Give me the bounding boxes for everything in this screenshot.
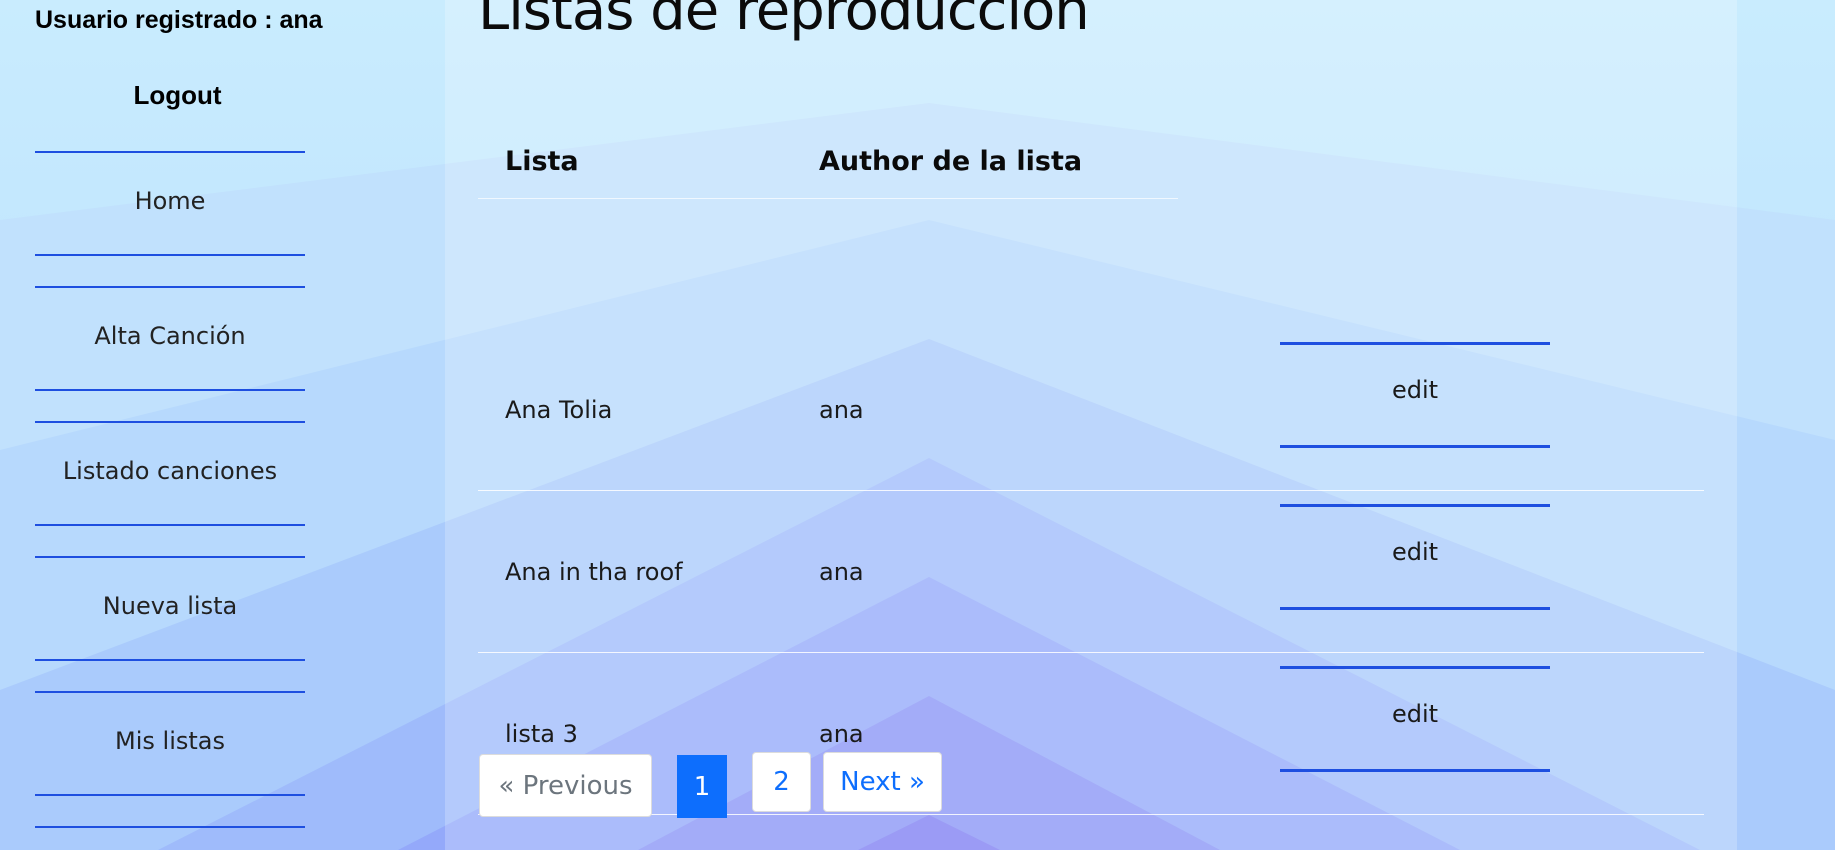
sidebar-item-mis-listas[interactable]: Mis listas	[35, 691, 305, 796]
edit-border-bottom	[1280, 607, 1550, 610]
edit-border-top	[1280, 666, 1550, 669]
cell-author: ana	[819, 720, 864, 748]
cell-author: ana	[819, 558, 864, 586]
sidebar-item-listado-canciones[interactable]: Listado canciones	[35, 421, 305, 526]
pagination-page-1[interactable]: 1	[677, 755, 727, 818]
nav-border-top	[35, 826, 305, 828]
edit-border-bottom	[1280, 769, 1550, 772]
pagination-next[interactable]: Next »	[823, 752, 942, 812]
nav-border-bottom	[35, 389, 305, 391]
sidebar-item-label: Nueva lista	[102, 592, 238, 620]
edit-label: edit	[1391, 538, 1439, 566]
nav-border-top	[35, 286, 305, 288]
nav-border-top	[35, 151, 305, 153]
table-row: Ana in tha roof ana edit	[478, 491, 1704, 653]
edit-button[interactable]: edit	[1280, 504, 1550, 610]
nav-border-bottom	[35, 794, 305, 796]
nav-border-top	[35, 691, 305, 693]
edit-border-bottom	[1280, 445, 1550, 448]
nav-border-top	[35, 421, 305, 423]
registered-user-label: Usuario registrado : ana	[35, 6, 323, 34]
sidebar-item-label: Mis listas	[115, 727, 225, 755]
nav-border-bottom	[35, 254, 305, 256]
edit-border-top	[1280, 504, 1550, 507]
sidebar-item-label: Alta Canción	[94, 322, 246, 350]
cell-lista: Ana in tha roof	[505, 558, 683, 586]
nav-border-bottom	[35, 524, 305, 526]
column-header-author: Author de la lista	[819, 146, 1083, 177]
page-title: Listas de reproducción	[478, 0, 1090, 43]
table-row: Ana Tolia ana edit	[478, 329, 1704, 491]
sidebar-item-label: Listado canciones	[62, 457, 278, 485]
sidebar-item-label: Home	[134, 187, 206, 215]
column-header-lista: Lista	[505, 146, 579, 177]
row-divider	[478, 814, 1704, 815]
edit-label: edit	[1391, 376, 1439, 404]
sidebar-item-nueva-lista[interactable]: Nueva lista	[35, 556, 305, 661]
nav-border-top	[35, 556, 305, 558]
logout-link[interactable]: Logout	[0, 80, 355, 111]
edit-button[interactable]: edit	[1280, 342, 1550, 448]
cell-lista: Ana Tolia	[505, 396, 613, 424]
nav-border-bottom	[35, 659, 305, 661]
header-divider	[478, 198, 1178, 199]
sidebar: Usuario registrado : ana Logout Home Alt…	[0, 0, 445, 850]
pagination-previous[interactable]: « Previous	[479, 754, 652, 817]
cell-author: ana	[819, 396, 864, 424]
pagination-page-2[interactable]: 2	[752, 752, 811, 812]
edit-label: edit	[1391, 700, 1439, 728]
sidebar-item-home[interactable]: Home	[35, 151, 305, 256]
table-row: lista 3 ana edit	[478, 653, 1704, 815]
cell-lista: lista 3	[505, 720, 578, 748]
edit-border-top	[1280, 342, 1550, 345]
sidebar-item-alta-cancion[interactable]: Alta Canción	[35, 286, 305, 391]
edit-button[interactable]: edit	[1280, 666, 1550, 772]
